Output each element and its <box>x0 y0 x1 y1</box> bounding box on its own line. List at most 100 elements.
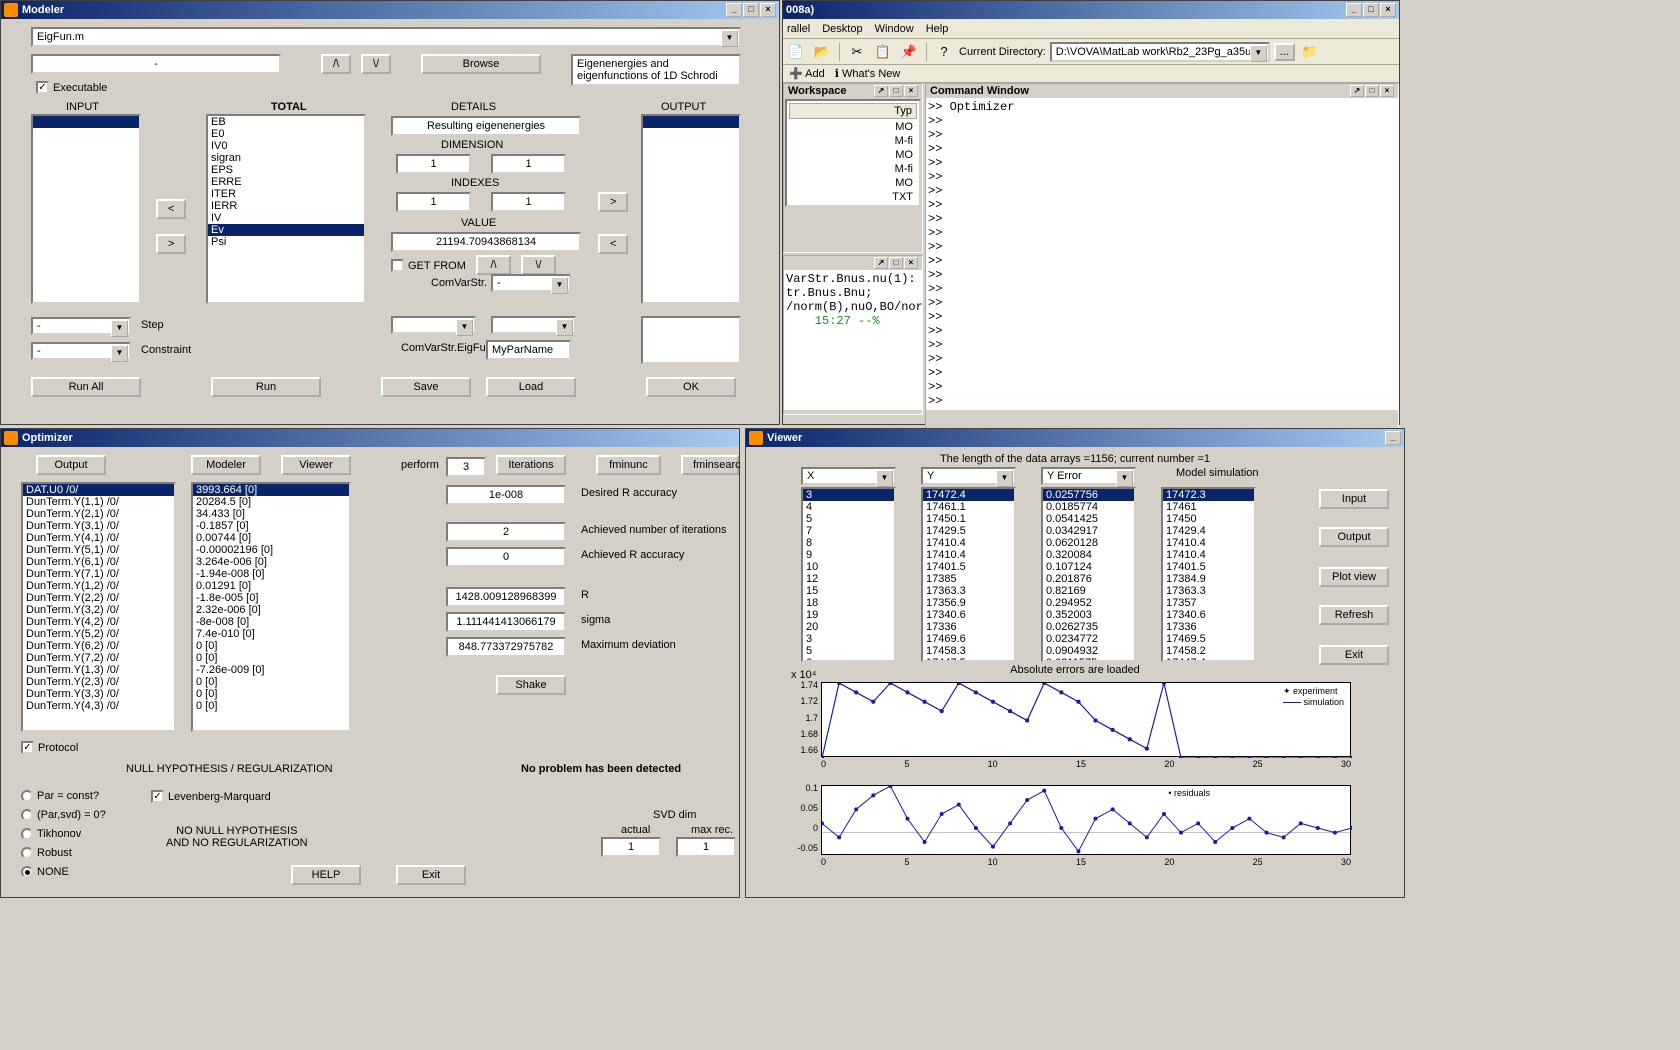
max-icon[interactable]: □ <box>889 257 903 269</box>
list-item[interactable]: 0.320084 <box>1043 549 1134 561</box>
x-select[interactable]: X <box>801 467 896 485</box>
fminunc-button[interactable]: fminunc <box>596 455 661 475</box>
step-select[interactable]: - <box>31 317 131 335</box>
list-item[interactable]: 17410.4 <box>1163 549 1254 561</box>
type-header[interactable]: Typ <box>789 103 917 119</box>
list-item[interactable]: 0.00744 [0] <box>193 532 349 544</box>
list-item[interactable]: -0.00002196 [0] <box>193 544 349 556</box>
shortcut-whatsnew[interactable]: ℹ What's New <box>835 67 901 80</box>
ok-button[interactable]: OK <box>646 377 736 397</box>
modeler-titlebar[interactable]: Modeler _ □ × <box>1 1 779 19</box>
list-item[interactable]: 17356.9 <box>923 597 1014 609</box>
executable-checkbox[interactable]: ✓Executable <box>36 81 107 94</box>
editor-titlebar[interactable]: ↗□× <box>784 256 922 270</box>
list-item[interactable]: 20284.5 [0] <box>193 496 349 508</box>
input-listbox[interactable] <box>31 114 141 304</box>
list-item[interactable]: DunTerm.Y(3,2) /0/ <box>23 604 174 616</box>
list-item[interactable]: EB <box>208 116 364 128</box>
workspace-titlebar[interactable]: Workspace ↗□× <box>784 84 922 98</box>
list-item[interactable]: 5 <box>803 513 894 525</box>
top-field[interactable]: - <box>31 54 281 74</box>
list-item[interactable]: 17429.5 <box>923 525 1014 537</box>
up-button[interactable]: /\ <box>476 255 511 275</box>
list-item[interactable]: 17363.3 <box>923 585 1014 597</box>
aux1-select[interactable] <box>391 316 476 334</box>
list-item[interactable]: DunTerm.Y(1,1) /0/ <box>23 496 174 508</box>
list-item[interactable]: 3.264e-006 [0] <box>193 556 349 568</box>
list-item[interactable]: DunTerm.Y(4,2) /0/ <box>23 616 174 628</box>
list-item[interactable]: 12 <box>803 573 894 585</box>
list-item[interactable]: DunTerm.Y(6,2) /0/ <box>23 640 174 652</box>
y-select[interactable]: Y <box>921 467 1016 485</box>
runall-button[interactable]: Run All <box>31 377 141 397</box>
close-icon[interactable]: × <box>1380 85 1394 97</box>
y-listbox[interactable]: 17472.417461.117450.117429.517410.417410… <box>921 487 1016 662</box>
list-item[interactable]: DunTerm.Y(2,1) /0/ <box>23 508 174 520</box>
list-item[interactable]: DunTerm.Y(1,2) /0/ <box>23 580 174 592</box>
protocol-checkbox[interactable]: ✓Protocol <box>21 741 78 754</box>
list-item[interactable]: 19 <box>803 609 894 621</box>
list-item[interactable]: DunTerm.Y(3,3) /0/ <box>23 688 174 700</box>
list-item[interactable]: DunTerm.Y(7,2) /0/ <box>23 652 174 664</box>
list-item[interactable]: 9 <box>803 549 894 561</box>
yerr-listbox[interactable]: 0.02577560.01857740.05414250.03429170.06… <box>1041 487 1136 662</box>
list-item[interactable]: -8e-008 [0] <box>193 616 349 628</box>
list-item[interactable]: 15 <box>803 585 894 597</box>
minimize-button[interactable]: _ <box>1346 3 1362 17</box>
list-item[interactable]: 3 <box>803 633 894 645</box>
down-button[interactable]: \/ <box>521 255 556 275</box>
output-listbox[interactable] <box>641 114 741 304</box>
list-item[interactable]: 17447.4 <box>1163 657 1254 662</box>
list-item[interactable]: -0.1857 [0] <box>193 520 349 532</box>
list-item[interactable]: 17447.5 <box>923 657 1014 662</box>
list-item[interactable]: 0.352003 <box>1043 609 1134 621</box>
close-icon[interactable]: × <box>904 85 918 97</box>
list-item[interactable]: DunTerm.Y(7,1) /0/ <box>23 568 174 580</box>
list-item[interactable]: 2.32e-006 [0] <box>193 604 349 616</box>
lm-checkbox[interactable]: ✓Levenberg-Marquard <box>151 790 271 803</box>
list-item[interactable]: 0.107124 <box>1043 561 1134 573</box>
minimize-button[interactable]: _ <box>726 3 742 17</box>
list-item[interactable]: 4 <box>803 501 894 513</box>
robust-radio[interactable]: Robust <box>21 847 72 859</box>
list-item[interactable]: 0 [0] <box>193 700 349 712</box>
cut-icon[interactable]: ✂ <box>846 41 868 63</box>
list-item[interactable]: DunTerm.Y(4,1) /0/ <box>23 532 174 544</box>
list-item[interactable]: 17336 <box>923 621 1014 633</box>
list-item[interactable]: 0.201876 <box>1043 573 1134 585</box>
tikhonov-radio[interactable]: Tikhonov <box>21 828 81 840</box>
dim2-field[interactable]: 1 <box>491 154 566 174</box>
out-right-button[interactable]: > <box>598 192 628 212</box>
list-item[interactable]: 17401.5 <box>923 561 1014 573</box>
list-item[interactable]: 7.4e-010 [0] <box>193 628 349 640</box>
optimizer-titlebar[interactable]: Optimizer <box>1 429 739 447</box>
close-button[interactable]: × <box>1380 3 1396 17</box>
table-row[interactable]: MO <box>789 121 917 133</box>
help-button[interactable]: HELP <box>291 865 361 885</box>
getfrom-checkbox[interactable]: GET FROM <box>391 259 466 272</box>
exit-button[interactable]: Exit <box>396 865 466 885</box>
list-item[interactable]: 0.0342917 <box>1043 525 1134 537</box>
list-item[interactable]: 0.0541425 <box>1043 513 1134 525</box>
list-item[interactable]: Ev <box>208 224 364 236</box>
list-item[interactable]: DunTerm.Y(4,3) /0/ <box>23 700 174 712</box>
input-button[interactable]: Input <box>1319 489 1389 509</box>
list-item[interactable]: 3 <box>803 489 894 501</box>
params-listbox[interactable]: DAT.U0 /0/DunTerm.Y(1,1) /0/DunTerm.Y(2,… <box>21 482 176 732</box>
list-item[interactable]: 0.01291 [0] <box>193 580 349 592</box>
list-item[interactable]: 0.0234772 <box>1043 633 1134 645</box>
list-item[interactable]: 18 <box>803 597 894 609</box>
list-item[interactable]: 17410.4 <box>923 537 1014 549</box>
yerr-select[interactable]: Y Error <box>1041 467 1136 485</box>
dim1-field[interactable]: 1 <box>396 154 471 174</box>
table-row[interactable]: TXT <box>789 191 917 203</box>
parsvd-radio[interactable]: (Par,svd) = 0? <box>21 809 106 821</box>
idx1-field[interactable]: 1 <box>396 192 471 212</box>
close-icon[interactable]: × <box>904 257 918 269</box>
close-button[interactable]: × <box>760 3 776 17</box>
help-icon[interactable]: ? <box>933 41 955 63</box>
output-button[interactable]: Output <box>1319 527 1389 547</box>
list-item[interactable]: 17461.1 <box>923 501 1014 513</box>
exit-button[interactable]: Exit <box>1319 645 1389 665</box>
list-item[interactable]: DunTerm.Y(1,3) /0/ <box>23 664 174 676</box>
